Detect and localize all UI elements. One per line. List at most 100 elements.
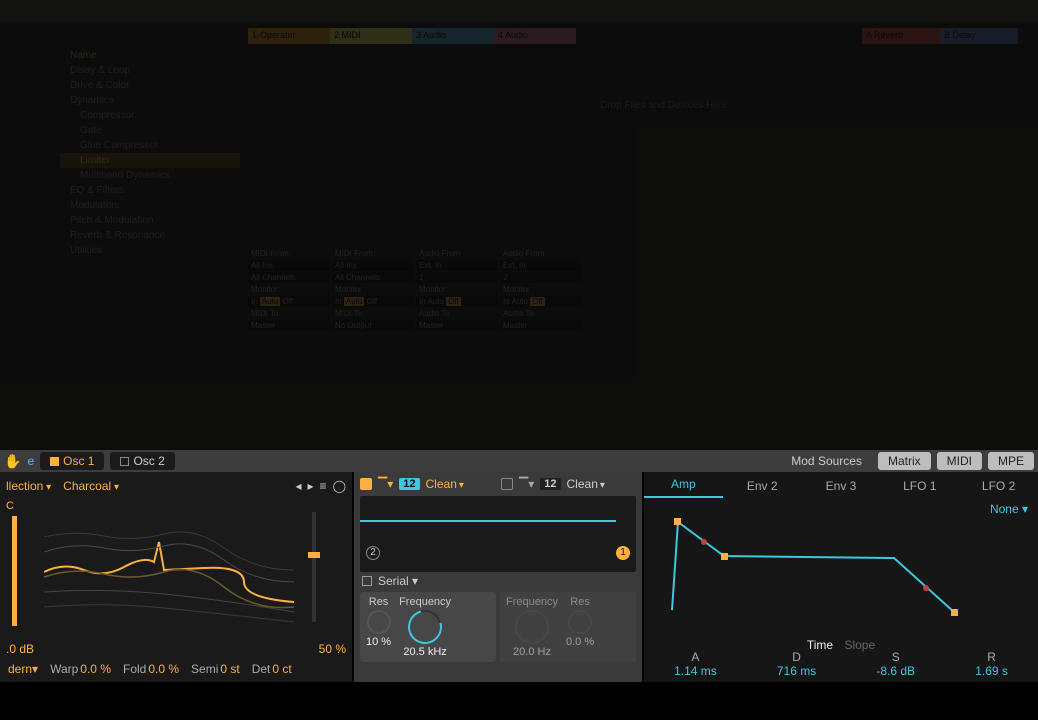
f2-res-knob[interactable] (568, 610, 592, 634)
filter1-handle[interactable]: 1 (616, 546, 630, 560)
browser-item[interactable]: Reverb & Resonance (60, 228, 240, 243)
filter1-slope[interactable]: 12 (399, 478, 419, 490)
browser-item[interactable]: Glue Compressor (60, 138, 240, 153)
f1-res-value[interactable]: 10 % (366, 636, 391, 648)
f2-freq-knob[interactable] (515, 610, 549, 644)
browser-item[interactable]: Pitch & Modulation (60, 213, 240, 228)
envelope-display[interactable] (654, 510, 1024, 620)
filter1-shape-icon[interactable]: ▔▾ (378, 477, 393, 491)
browser-item[interactable]: Utilities (60, 243, 240, 258)
routing-icon[interactable] (362, 576, 372, 586)
filter2-handle[interactable]: 2 (366, 546, 380, 560)
gain-value[interactable]: .0 dB (6, 642, 34, 656)
next-icon[interactable]: ▸ (308, 479, 314, 493)
io-value[interactable]: 1 (416, 272, 498, 283)
browser-item[interactable]: Delay & Loop (60, 63, 240, 78)
filter2-shape-icon[interactable]: ▔▾ (519, 477, 534, 491)
wavetable-position-slider[interactable] (312, 512, 316, 622)
tab-midi[interactable]: MIDI (937, 452, 982, 470)
env-handle-release[interactable] (951, 609, 958, 616)
tab-osc1[interactable]: Osc 1 (40, 452, 104, 470)
browser-item[interactable]: Dynamics (60, 93, 240, 108)
browser-item[interactable]: EQ & Filters (60, 183, 240, 198)
io-value[interactable]: All Ins (332, 260, 414, 271)
f1-res-label: Res (369, 596, 389, 608)
adsr-d-label: D (777, 650, 816, 664)
env-slope-handle[interactable] (923, 585, 929, 591)
io-value[interactable]: 2 (500, 272, 582, 283)
list-icon[interactable]: ≡ (320, 479, 327, 493)
tab-osc2[interactable]: Osc 2 (110, 452, 174, 470)
hand-icon[interactable]: ✋ (4, 453, 21, 470)
env-slope-handle[interactable] (701, 539, 707, 545)
filter-curve[interactable]: 2 1 (360, 496, 636, 572)
detune-value[interactable]: 0 ct (272, 662, 291, 676)
track-header[interactable]: 3 Audio (412, 28, 494, 44)
routing-dropdown[interactable]: Serial (378, 574, 418, 588)
circle-icon[interactable]: ◯ (333, 479, 346, 493)
env-tab-lfo1[interactable]: LFO 1 (880, 474, 959, 498)
monitor-buttons[interactable]: In Auto Off (248, 296, 330, 307)
browser-item[interactable]: Compressor (60, 108, 240, 123)
preset-dropdown[interactable]: Charcoal (63, 479, 119, 493)
tab-mpe[interactable]: MPE (988, 452, 1034, 470)
track-header[interactable]: 1-Operator (248, 28, 330, 44)
f1-freq-value[interactable]: 20.5 kHz (403, 646, 446, 658)
env-handle-decay[interactable] (721, 553, 728, 560)
f1-freq-knob[interactable] (402, 604, 448, 650)
adsr-r-value[interactable]: 1.69 s (975, 664, 1008, 678)
env-handle-peak[interactable] (674, 518, 681, 525)
bus-header[interactable]: A Reverb (862, 28, 940, 44)
io-label: MIDI To (332, 308, 414, 319)
browser-item[interactable]: Multiband Dynamics (60, 168, 240, 183)
io-value[interactable]: Master (248, 320, 330, 331)
browser-item-selected[interactable]: Limiter (60, 153, 240, 168)
mixer-col: Audio From Ext. In 1 Monitor In Auto Off… (416, 248, 498, 332)
filter1-enable[interactable] (360, 478, 372, 490)
warp-value[interactable]: 0.0 % (80, 662, 111, 676)
track-header[interactable]: 4 Audio (494, 28, 576, 44)
fold-value[interactable]: 0.0 % (148, 662, 179, 676)
io-value[interactable]: All Ins (248, 260, 330, 271)
collection-dropdown[interactable]: llection (6, 479, 51, 493)
io-value[interactable]: Ext. In (416, 260, 498, 271)
tab-matrix[interactable]: Matrix (878, 452, 931, 470)
f1-res-knob[interactable] (367, 610, 391, 634)
filter1-type[interactable]: Clean (426, 477, 464, 491)
mode-value[interactable]: dern (8, 662, 32, 676)
env-tab-env3[interactable]: Env 3 (802, 474, 881, 498)
io-value[interactable]: All Channels (248, 272, 330, 283)
adsr-d-value[interactable]: 716 ms (777, 664, 816, 678)
track-header[interactable]: 2 MIDI (330, 28, 412, 44)
io-value[interactable]: Master (416, 320, 498, 331)
io-value[interactable]: Ext. In (500, 260, 582, 271)
f2-res-value[interactable]: 0.0 % (566, 636, 594, 648)
track-headers: 1-Operator 2 MIDI 3 Audio 4 Audio (248, 28, 576, 44)
f2-freq-value[interactable]: 20.0 Hz (513, 646, 551, 658)
spectral-display[interactable] (44, 512, 294, 632)
io-value[interactable]: All Channels (332, 272, 414, 283)
wt-pct-value[interactable]: 50 % (319, 642, 346, 656)
semi-value[interactable]: 0 st (220, 662, 239, 676)
env-tab-lfo2[interactable]: LFO 2 (959, 474, 1038, 498)
monitor-buttons[interactable]: In Auto Off (332, 296, 414, 307)
level-bar[interactable] (12, 516, 17, 626)
browser-item[interactable]: Gate (60, 123, 240, 138)
device-strip: ✋ e Osc 1 Osc 2 Mod Sources Matrix MIDI … (0, 450, 1038, 682)
monitor-buttons[interactable]: In Auto Off (500, 296, 582, 307)
io-value[interactable]: No Output (332, 320, 414, 331)
env-tab-amp[interactable]: Amp (644, 472, 723, 498)
adsr-s-value[interactable]: -8.6 dB (876, 664, 915, 678)
monitor-buttons[interactable]: In Auto Off (416, 296, 498, 307)
filter2-enable[interactable] (501, 478, 513, 490)
env-tab-env2[interactable]: Env 2 (723, 474, 802, 498)
filter2-slope[interactable]: 12 (540, 478, 560, 490)
tab-mod-sources[interactable]: Mod Sources (781, 452, 872, 470)
adsr-a-value[interactable]: 1.14 ms (674, 664, 717, 678)
filter2-type[interactable]: Clean (567, 477, 605, 491)
browser-item[interactable]: Modulators (60, 198, 240, 213)
prev-icon[interactable]: ◂ (295, 479, 301, 493)
browser-item[interactable]: Drive & Color (60, 78, 240, 93)
io-value[interactable]: Master (500, 320, 582, 331)
bus-header[interactable]: B Delay (940, 28, 1018, 44)
